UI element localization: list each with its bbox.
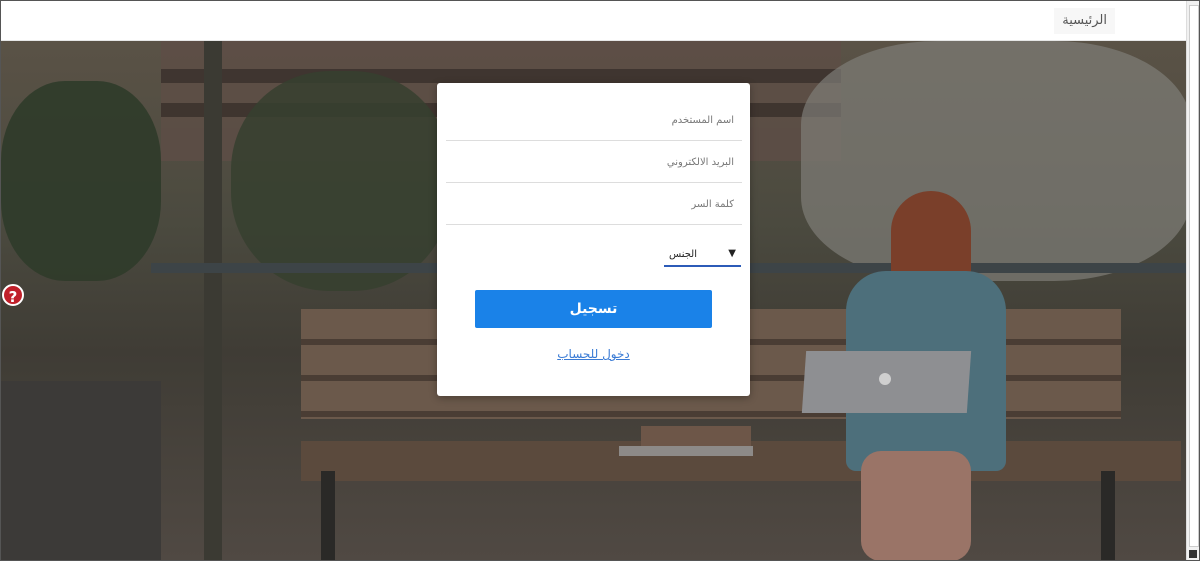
vertical-scrollbar[interactable] <box>1186 1 1199 560</box>
books-base <box>619 446 753 456</box>
register-button[interactable]: تسجيل <box>475 290 712 328</box>
bench-leg <box>321 471 335 560</box>
register-form-card: الجنس ▼ تسجيل دخول للحساب <box>437 83 750 396</box>
pole <box>204 41 222 560</box>
browser-frame: الرئيسية ? الجنس ▼ تسجيل دخول للحساب <box>0 0 1200 561</box>
gender-select[interactable]: الجنس ▼ <box>664 245 741 267</box>
apple-logo-icon <box>879 373 891 385</box>
scrollbar-thumb[interactable] <box>1189 5 1199 547</box>
tree-left <box>1 81 161 281</box>
bench-leg <box>1101 471 1115 560</box>
top-navbar: الرئيسية <box>1 1 1187 41</box>
gender-label: الجنس <box>668 249 697 260</box>
chevron-down-icon: ▼ <box>728 248 736 259</box>
ground <box>1 381 161 560</box>
question-icon[interactable]: ? <box>2 284 24 306</box>
email-input[interactable] <box>446 143 742 183</box>
tree-right <box>801 41 1187 281</box>
scroll-down-icon[interactable] <box>1189 550 1197 558</box>
woman-legs <box>861 451 971 560</box>
nav-home-link[interactable]: الرئيسية <box>1054 8 1115 34</box>
password-input[interactable] <box>446 185 742 225</box>
tree-middle <box>231 71 451 291</box>
username-input[interactable] <box>446 101 742 141</box>
login-link[interactable]: دخول للحساب <box>437 347 750 361</box>
